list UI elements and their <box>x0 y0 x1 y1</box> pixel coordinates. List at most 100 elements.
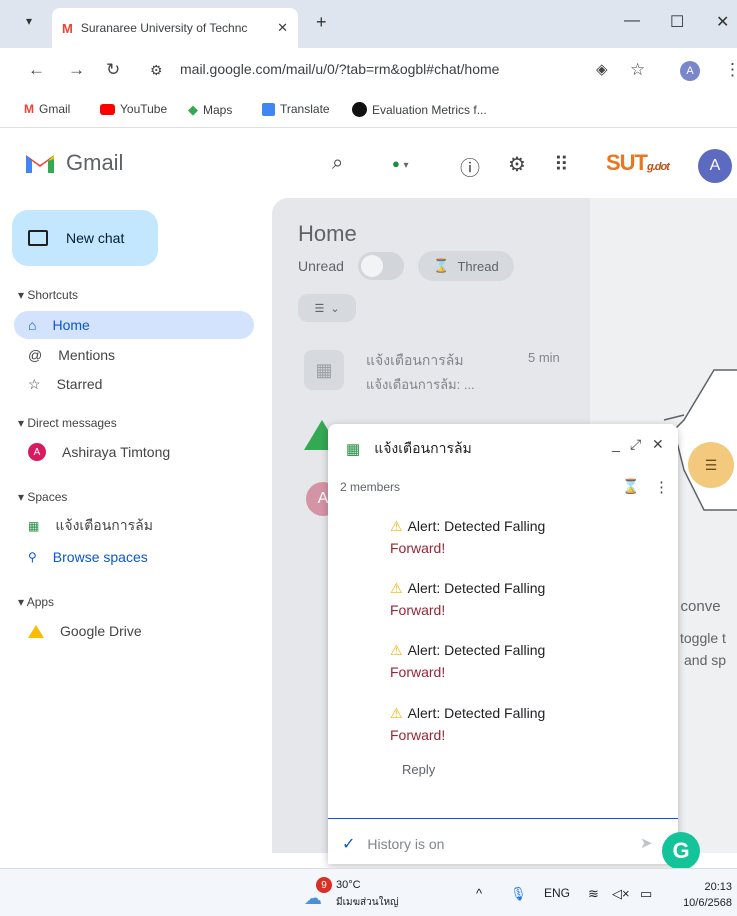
sidebar-item-label: Starred <box>56 376 103 392</box>
tab-title: Suranaree University of Technc <box>80 21 248 35</box>
chevron-down-icon: ⌄ <box>330 302 340 315</box>
warning-icon: ⚠ <box>390 642 403 658</box>
sidebar-item-browse-spaces[interactable]: ⚲ Browse spaces <box>14 543 254 571</box>
members-count[interactable]: 2 members <box>340 480 400 494</box>
speaker-muted-icon[interactable]: ◁× <box>612 886 630 902</box>
new-chat-label: New chat <box>66 230 125 246</box>
thread-filter-chip[interactable]: ⌛ Thread <box>418 251 514 281</box>
more-options-icon[interactable]: ⋮ <box>654 478 669 496</box>
browse-spaces-icon: ⚲ <box>28 550 37 564</box>
site-settings-icon[interactable]: ⚙ <box>150 62 163 79</box>
sut-brand-logo[interactable]: SUTg.dot <box>606 150 670 176</box>
apps-grid-icon[interactable]: ⠿ <box>554 152 569 177</box>
settings-gear-icon[interactable]: ⚙ <box>508 152 526 177</box>
chip-label: Thread <box>457 258 499 274</box>
shortcuts-section-header[interactable]: ▾ Shortcuts <box>18 288 78 302</box>
bookmark-label: Evaluation Metrics f... <box>372 102 487 117</box>
at-icon: @ <box>28 347 43 363</box>
conversation-item[interactable]: ▦ แจ้งเตือนการล้ม 5 min แจ้งเตือนการล้ม:… <box>298 344 568 404</box>
sidebar-item-starred[interactable]: ☆ Starred <box>14 370 254 398</box>
tab-list-chevron-icon[interactable]: ▾ <box>26 14 32 28</box>
search-icon[interactable]: ⌕ <box>332 152 343 175</box>
bookmark-maps[interactable]: ◆ Maps <box>188 102 232 118</box>
gmail-logo[interactable]: Gmail <box>24 150 123 176</box>
warning-icon: ⚠ <box>390 580 403 596</box>
message-text: Alert: Detected Falling <box>407 518 546 534</box>
bookmark-label: YouTube <box>120 102 168 116</box>
apps-section-header[interactable]: ▾ Apps <box>18 595 54 609</box>
back-arrow-icon[interactable]: ← <box>28 60 45 80</box>
microphone-icon[interactable]: 🎙 <box>510 886 527 902</box>
sidebar-item-google-drive[interactable]: Google Drive <box>14 617 254 645</box>
hourglass-icon: ⌛ <box>433 258 450 273</box>
bookmark-evaluation-metrics[interactable]: Evaluation Metrics f... <box>352 102 487 117</box>
maximize-button[interactable]: ☐ <box>670 12 684 32</box>
forward-arrow-icon[interactable]: → <box>68 60 85 80</box>
bookmark-youtube[interactable]: YouTube <box>100 102 167 116</box>
direct-messages-section-header[interactable]: ▾ Direct messages <box>18 416 117 430</box>
minimize-chat-icon[interactable]: _ <box>612 436 620 452</box>
weather-description[interactable]: มีเมฆส่วนใหญ่ <box>336 895 399 910</box>
browser-tab[interactable]: M Suranaree University of Technc ✕ <box>52 8 298 48</box>
battery-icon[interactable]: ▭ <box>640 886 652 902</box>
sidebar-item-label: Browse spaces <box>52 549 148 565</box>
sidebar-item-label: Mentions <box>58 347 116 363</box>
spaces-section-header[interactable]: ▾ Spaces <box>18 490 67 504</box>
sidebar-item-label: Home <box>52 317 90 333</box>
bookmark-star-icon[interactable]: ☆ <box>630 60 645 80</box>
bookmark-label: Maps <box>203 103 233 117</box>
extension-diamond-icon[interactable]: ◈ <box>596 60 608 78</box>
message-text: Alert: Detected Falling <box>407 705 546 721</box>
grammarly-icon[interactable]: G <box>662 832 700 870</box>
message-text: Alert: Detected Falling <box>407 580 546 596</box>
help-icon[interactable]: ⓘ <box>460 152 480 181</box>
sidebar-item-home[interactable]: ⌂ Home <box>14 311 254 339</box>
bookmark-translate[interactable]: Translate <box>262 102 330 116</box>
language-indicator[interactable]: ENG <box>544 886 570 900</box>
chat-popup-header[interactable]: ▦ แจ้งเตือนการล้ม <box>346 438 472 460</box>
profile-avatar[interactable]: A <box>680 61 700 81</box>
browser-menu-icon[interactable]: ⋮ <box>724 60 737 80</box>
compose-placeholder: History is on <box>367 836 445 852</box>
space-icon: ▦ <box>304 350 344 390</box>
unread-toggle[interactable] <box>358 252 404 280</box>
bookmark-label: Gmail <box>39 102 71 116</box>
weather-badge: 9 <box>316 877 332 893</box>
history-check-icon[interactable]: ✓ <box>342 834 355 854</box>
google-drive-icon <box>28 624 44 638</box>
chat-message: ⚠ Alert: Detected Falling Forward! <box>390 639 590 683</box>
system-clock[interactable]: 20:13 10/6/2568 <box>676 879 732 911</box>
illustration-list-icon: ☰ <box>688 442 734 488</box>
sidebar-item-dm-ashiraya[interactable]: A Ashiraya Timtong <box>14 438 254 466</box>
new-tab-button[interactable]: + <box>316 12 327 33</box>
minimize-button[interactable]: — <box>624 12 640 30</box>
sidebar-item-space-fall-alert[interactable]: ▦ แจ้งเตือนการล้ม <box>14 512 254 540</box>
new-chat-button[interactable]: New chat <box>12 210 158 266</box>
chat-title: แจ้งเตือนการล้ม <box>374 440 472 456</box>
tab-close-icon[interactable]: ✕ <box>277 20 288 36</box>
address-bar[interactable]: mail.google.com/mail/u/0/?tab=rm&ogbl#ch… <box>180 61 499 77</box>
gmail-icon: M <box>24 102 34 116</box>
bookmark-gmail[interactable]: M Gmail <box>24 102 70 116</box>
popout-chat-icon[interactable]: ⤢ <box>630 436 641 453</box>
temperature[interactable]: 30°C <box>336 879 361 891</box>
account-avatar[interactable]: A <box>698 149 732 183</box>
status-dot-icon[interactable]: ● ▾ <box>392 156 409 171</box>
chat-message: ⚠ Alert: Detected Falling Forward! <box>390 515 590 559</box>
reply-button[interactable]: Reply <box>402 762 435 777</box>
empty-state-hint: and sp <box>684 652 727 668</box>
close-window-button[interactable]: ✕ <box>716 12 729 32</box>
view-filter-chip[interactable]: ☰ ⌄ <box>298 294 356 322</box>
wifi-icon[interactable]: ≋ <box>588 886 599 902</box>
close-chat-icon[interactable]: ✕ <box>652 436 664 453</box>
space-icon: ▦ <box>346 441 361 458</box>
sidebar-item-mentions[interactable]: @ Mentions <box>14 341 254 369</box>
space-icon: ▦ <box>28 519 40 533</box>
star-icon: ☆ <box>28 375 41 392</box>
message-input[interactable]: ✓ History is on <box>342 834 444 854</box>
hourglass-icon[interactable]: ⌛ <box>622 478 639 495</box>
reload-icon[interactable]: ↻ <box>106 60 120 80</box>
openai-icon <box>352 102 367 117</box>
send-icon[interactable]: ➤ <box>640 834 653 852</box>
tray-chevron-up-icon[interactable]: ^ <box>476 886 482 901</box>
